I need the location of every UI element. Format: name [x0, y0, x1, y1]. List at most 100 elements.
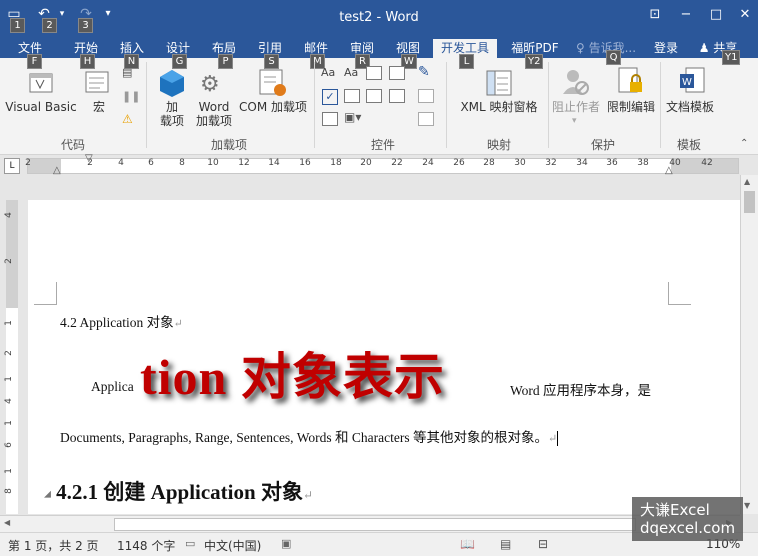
ruler-tick: 28	[483, 158, 495, 168]
vertical-scrollbar[interactable]: ▲ ▼	[740, 175, 758, 514]
rich-text-control-icon[interactable]: Aa	[321, 66, 335, 79]
combo-box-control-icon[interactable]	[344, 89, 360, 103]
collapse-heading-icon[interactable]: ◢	[44, 489, 51, 499]
xml-mapping-pane-button[interactable]: XML 映射窗格	[452, 100, 546, 114]
keytip: G	[172, 54, 187, 69]
paragraph-suffix[interactable]: Word 应用程序本身，是	[510, 379, 651, 399]
restrict-editing-button[interactable]: 限制编辑	[604, 100, 658, 114]
ruler-tick: 4	[118, 158, 124, 168]
ruler-tick: 10	[207, 158, 219, 168]
gear-icon: ⚙	[200, 72, 220, 97]
picture-control-icon[interactable]	[366, 66, 382, 80]
legacy-tools-icon[interactable]: ▣▾	[344, 110, 361, 124]
read-mode-icon[interactable]: 📖	[460, 537, 475, 551]
document-template-icon: W	[678, 66, 708, 96]
ruler-tick: 16	[299, 158, 311, 168]
paragraph-mark-icon: ↵	[547, 433, 558, 445]
pause-recording-icon[interactable]: ❚❚	[122, 90, 140, 103]
heading-4-2-1-number: 4.2.1	[56, 480, 99, 504]
group-separator	[146, 62, 147, 148]
repeating-section-icon[interactable]	[322, 112, 338, 126]
building-block-control-icon[interactable]	[389, 66, 405, 80]
addins-label-1: 加	[165, 100, 178, 114]
ruler-tick: 8	[179, 158, 185, 168]
svg-text:W: W	[682, 77, 692, 88]
checkbox-control-icon[interactable]: ✓	[322, 89, 338, 105]
heading-4-2-1[interactable]: ◢ 4.2.1 创建 Application 对象↵	[44, 476, 313, 506]
web-layout-icon[interactable]: ⊟	[538, 537, 548, 551]
group-control-icon[interactable]	[418, 112, 434, 126]
keytip: Y1	[722, 50, 741, 65]
scroll-left-icon[interactable]: ◀	[4, 518, 10, 527]
ruler-tick: 34	[576, 158, 588, 168]
date-picker-control-icon[interactable]	[389, 89, 405, 103]
maximize-icon[interactable]: □	[706, 6, 726, 24]
keytip: Y2	[525, 54, 544, 69]
paragraph-mark-icon: ↵	[302, 488, 314, 502]
ruler-tick: 20	[360, 158, 372, 168]
horizontal-scroll-thumb[interactable]	[114, 518, 636, 531]
plain-text-control-icon[interactable]: Aa	[344, 66, 358, 79]
macro-recording-icon[interactable]: ▣	[281, 537, 291, 550]
record-macro-icon[interactable]: ▤	[122, 66, 138, 79]
page-count[interactable]: 第 1 页，共 2 页	[8, 537, 99, 554]
com-addins-icon	[258, 68, 288, 98]
paragraph-prefix[interactable]: Applica	[91, 379, 134, 395]
proofing-icon[interactable]: ▭	[185, 537, 195, 550]
vruler-tick: 6	[3, 442, 14, 448]
scroll-down-icon[interactable]: ▼	[744, 501, 750, 510]
keytip: P	[218, 54, 233, 69]
group-label-code: 代码	[60, 138, 85, 152]
design-mode-icon[interactable]: ✎	[418, 64, 430, 80]
ruler-tick: 24	[422, 158, 434, 168]
ruler-tick: 42	[701, 158, 713, 168]
com-addins-button[interactable]: COM 加载项	[236, 100, 310, 114]
macro-security-icon[interactable]: ⚠	[122, 112, 138, 126]
block-authors-button[interactable]: 阻止作者	[548, 100, 604, 114]
first-line-indent-marker[interactable]: ▽	[85, 153, 93, 164]
visual-basic-button[interactable]: Visual Basic	[4, 100, 78, 114]
minimize-icon[interactable]: −	[676, 6, 696, 24]
signin-link[interactable]: 登录	[648, 39, 684, 58]
word-count[interactable]: 1148 个字	[117, 537, 175, 554]
properties-icon[interactable]	[418, 89, 434, 103]
lightbulb-icon: ♀	[575, 41, 585, 55]
vruler-tick: 8	[3, 488, 14, 494]
margin-corner-left	[34, 282, 57, 305]
ruler-tick: 26	[453, 158, 465, 168]
word-addins-button[interactable]: Word 加载项	[192, 100, 236, 128]
overlay-red-text: tion 对象表示	[140, 349, 445, 405]
group-label-controls: 控件	[370, 138, 395, 152]
ruler-tick: 38	[637, 158, 649, 168]
vruler-tick: 1	[3, 468, 14, 474]
block-authors-icon	[560, 66, 590, 96]
vruler-tick: 1	[3, 376, 14, 382]
visual-basic-icon	[28, 68, 58, 96]
vertical-scroll-thumb[interactable]	[744, 191, 755, 213]
vertical-ruler: 4 2 1 2 1 4 1 6 1 8	[0, 178, 24, 514]
dropdown-control-icon[interactable]	[366, 89, 382, 103]
print-layout-icon[interactable]: ▤	[500, 537, 511, 551]
document-template-button[interactable]: 文档模板	[662, 100, 718, 114]
macro-button[interactable]: 宏	[82, 100, 116, 114]
paragraph-line-2[interactable]: Documents, Paragraphs, Range, Sentences,…	[60, 426, 559, 447]
horizontal-scrollbar[interactable]: ◀ ▶	[0, 515, 740, 532]
scroll-up-icon[interactable]: ▲	[744, 177, 750, 186]
heading-4-2[interactable]: 4.2 Application 对象↵	[60, 311, 183, 331]
keytip: S	[264, 54, 279, 69]
vruler-tick: 1	[3, 420, 14, 426]
hanging-indent-marker[interactable]: △	[53, 165, 61, 176]
addins-button[interactable]: 加 载项	[152, 100, 192, 128]
close-icon[interactable]: ✕	[735, 6, 755, 24]
heading-4-2-1-text: 创建 Application 对象	[103, 480, 303, 504]
keytip: H	[80, 54, 95, 69]
ribbon-display-icon[interactable]: ⊡	[645, 6, 665, 24]
addins-icon	[158, 68, 186, 98]
collapse-ribbon-icon[interactable]: ⌃	[740, 138, 748, 149]
right-indent-marker[interactable]: △	[665, 165, 673, 176]
keytip: Q	[606, 50, 621, 65]
language-indicator[interactable]: 中文(中国)	[204, 537, 261, 554]
group-separator	[314, 62, 315, 148]
vruler-tick: 2	[3, 350, 14, 356]
watermark-line-1: 大谦Excel	[640, 501, 710, 519]
